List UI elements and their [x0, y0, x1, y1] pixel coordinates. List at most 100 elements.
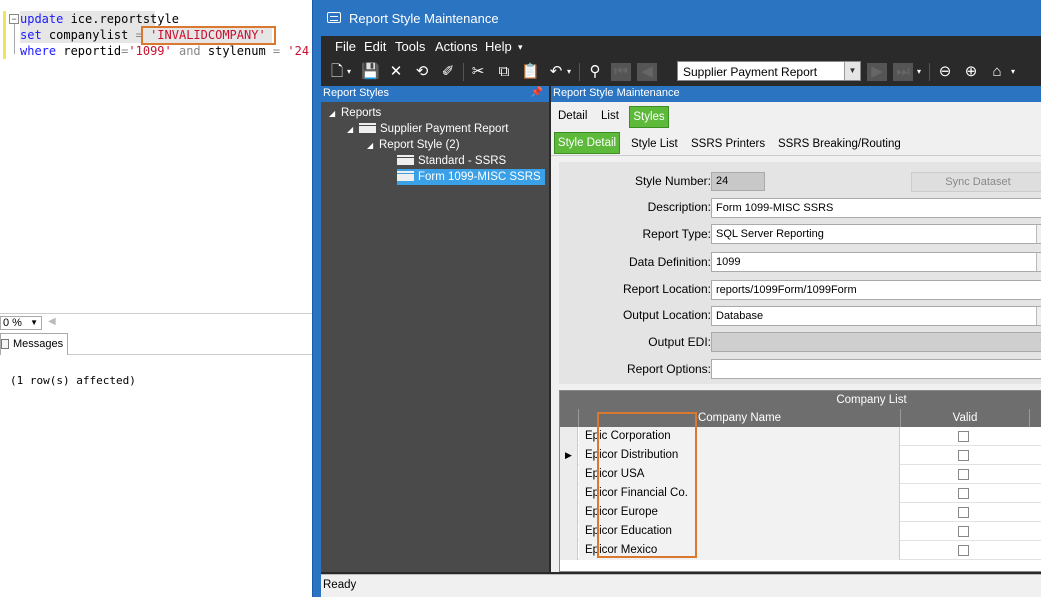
- row-selector[interactable]: [560, 484, 578, 503]
- paste-icon[interactable]: 📋: [521, 63, 540, 81]
- description-field[interactable]: Form 1099-MISC SSRS: [711, 198, 1041, 218]
- report-selector-dropdown[interactable]: Supplier Payment Report ▼: [677, 61, 861, 81]
- main-panel-title: Report Style Maintenance: [553, 87, 680, 99]
- tree-node-reports[interactable]: ◢ Reports: [329, 105, 381, 121]
- tab-style-list[interactable]: Style List: [631, 138, 678, 150]
- valid-checkbox[interactable]: [958, 431, 969, 442]
- zoom-dropdown[interactable]: 0 % ▼: [0, 316, 42, 330]
- sql-query-pane: − update ice.reportstyle set companylist…: [0, 0, 312, 597]
- description-label: Description:: [647, 200, 711, 214]
- folder-icon: [359, 123, 376, 133]
- row-selector[interactable]: [560, 427, 578, 446]
- tab-detail[interactable]: Detail: [558, 110, 587, 122]
- refresh-icon[interactable]: ⟲: [413, 63, 431, 81]
- menu-tools[interactable]: Tools: [395, 39, 425, 54]
- style-detail-form: Style Number: 24 Sync Dataset Descriptio…: [559, 162, 1041, 384]
- expand-icon[interactable]: ◢: [367, 138, 379, 154]
- copy-icon[interactable]: ⧉: [495, 63, 513, 81]
- next-record-icon[interactable]: ▶: [867, 63, 887, 81]
- search-icon[interactable]: ⚲: [585, 63, 605, 81]
- column-header-valid[interactable]: Valid: [900, 409, 1030, 427]
- pin-icon[interactable]: 📌: [531, 87, 543, 98]
- valid-checkbox[interactable]: [958, 507, 969, 518]
- folder-icon: [397, 155, 414, 165]
- collapse-icon[interactable]: −: [9, 14, 19, 24]
- cut-icon[interactable]: ✂: [469, 63, 487, 81]
- menu-help[interactable]: Help: [485, 39, 512, 54]
- sql-string: '1099': [128, 44, 172, 58]
- chevron-down-icon[interactable]: ▾: [915, 63, 923, 81]
- chevron-down-icon[interactable]: ▼: [844, 62, 860, 80]
- tab-ssrs-breaking-routing[interactable]: SSRS Breaking/Routing: [778, 138, 901, 150]
- delete-icon[interactable]: ✕: [387, 63, 405, 81]
- report-type-value: SQL Server Reporting: [716, 228, 824, 240]
- undo-icon[interactable]: ↶: [547, 63, 565, 81]
- report-styles-tree-panel: Report Styles 📌 ◢ Reports ◢ Supplier Payme…: [321, 86, 549, 572]
- report-options-field[interactable]: [711, 359, 1041, 379]
- sql-keyword: where: [20, 44, 57, 58]
- previous-record-icon[interactable]: ◀: [637, 63, 657, 81]
- sql-text: reportid: [56, 44, 122, 58]
- chevron-down-icon[interactable]: ▼: [1036, 307, 1041, 325]
- sql-editor[interactable]: − update ice.reportstyle set companylist…: [0, 0, 312, 312]
- back-icon[interactable]: ⊖: [935, 63, 955, 81]
- toolbar: 🗋 ▾ 💾 ✕ ⟲ ✐ ✂ ⧉ 📋 ↶ ▾ ⚲ ⏮ ◀ Supplier Pay…: [321, 58, 1041, 86]
- menu-actions[interactable]: Actions: [435, 39, 478, 54]
- new-icon[interactable]: 🗋: [329, 63, 345, 81]
- folder-icon: [397, 171, 414, 181]
- home-icon[interactable]: ⌂: [987, 63, 1007, 81]
- fold-guide: [14, 24, 15, 54]
- tree-node-supplier-payment-report[interactable]: ◢ Supplier Payment Report: [347, 121, 508, 137]
- valid-checkbox[interactable]: [958, 526, 969, 537]
- tree-node-label: Report Style (2): [379, 139, 460, 151]
- chevron-down-icon[interactable]: ▼: [1036, 253, 1041, 271]
- valid-checkbox[interactable]: [958, 488, 969, 499]
- tab-list[interactable]: List: [601, 110, 619, 122]
- sub-tab-strip: Style Detail Style List SSRS Printers SS…: [551, 128, 1041, 156]
- tab-messages[interactable]: Messages: [0, 333, 68, 355]
- forward-icon[interactable]: ⊕: [961, 63, 981, 81]
- sync-dataset-button[interactable]: Sync Dataset: [911, 172, 1041, 192]
- annotation-box-invalidcompany: [141, 26, 276, 45]
- valid-checkbox[interactable]: [958, 545, 969, 556]
- changed-lines-marker: [3, 11, 6, 59]
- row-selector[interactable]: [560, 541, 578, 560]
- valid-checkbox[interactable]: [958, 450, 969, 461]
- toolbar-separator: [463, 63, 464, 81]
- valid-checkbox[interactable]: [958, 469, 969, 480]
- tree-node-form-1099-misc-ssrs[interactable]: Form 1099-MISC SSRS: [397, 169, 545, 185]
- tab-label: Messages: [13, 338, 64, 350]
- row-selector[interactable]: [560, 522, 578, 541]
- tab-styles[interactable]: Styles: [629, 106, 669, 128]
- scroll-left-icon[interactable]: ◀: [48, 316, 56, 327]
- last-record-icon[interactable]: ⏭: [893, 63, 913, 81]
- window-title-bar[interactable]: Report Style Maintenance: [313, 0, 1041, 36]
- row-selector-current-icon[interactable]: ▶: [560, 446, 578, 465]
- sql-string: '24': [287, 44, 312, 58]
- expand-icon[interactable]: ◢: [347, 122, 359, 138]
- tree-node-standard-ssrs[interactable]: Standard - SSRS: [397, 153, 506, 169]
- row-selector[interactable]: [560, 503, 578, 522]
- menu-edit[interactable]: Edit: [364, 39, 386, 54]
- row-selector[interactable]: [560, 465, 578, 484]
- menu-file[interactable]: File: [335, 39, 356, 54]
- chevron-down-icon[interactable]: ▾: [565, 63, 573, 81]
- chevron-down-icon: ▾: [518, 42, 523, 52]
- output-location-dropdown[interactable]: Database ▼: [711, 306, 1041, 326]
- first-record-icon[interactable]: ⏮: [611, 63, 631, 81]
- tab-style-detail[interactable]: Style Detail: [554, 132, 620, 154]
- clear-icon[interactable]: ✐: [439, 63, 457, 81]
- tree-node-report-style[interactable]: ◢ Report Style (2): [367, 137, 460, 153]
- report-options-label: Report Options:: [626, 362, 711, 376]
- chevron-down-icon[interactable]: ▾: [1009, 63, 1017, 81]
- chevron-down-icon[interactable]: ▾: [345, 63, 353, 81]
- sql-text: companylist: [41, 28, 136, 42]
- expand-icon[interactable]: ◢: [329, 106, 341, 122]
- output-location-label: Output Location:: [622, 308, 711, 322]
- save-icon[interactable]: 💾: [361, 63, 380, 81]
- report-type-dropdown[interactable]: SQL Server Reporting ▼: [711, 224, 1041, 244]
- tab-ssrs-printers[interactable]: SSRS Printers: [691, 138, 765, 150]
- report-location-field[interactable]: reports/1099Form/1099Form: [711, 280, 1041, 300]
- data-definition-dropdown[interactable]: 1099 ▼: [711, 252, 1041, 272]
- chevron-down-icon[interactable]: ▼: [1036, 225, 1041, 243]
